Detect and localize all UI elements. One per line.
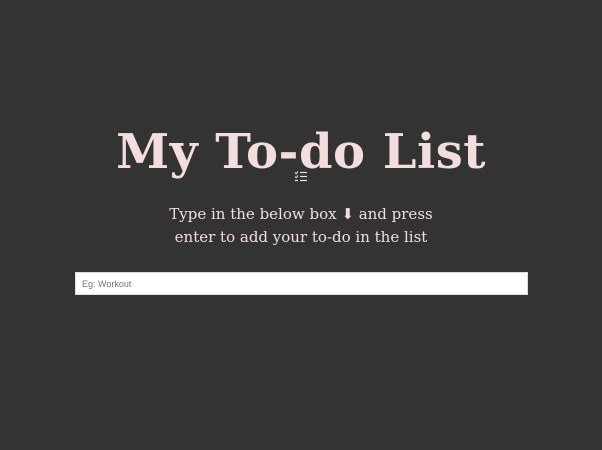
instructions-text: Type in the below box ⬇ and press enter … xyxy=(0,203,602,249)
instructions-line-2: enter to add your to-do in the list xyxy=(174,228,428,246)
todo-input[interactable] xyxy=(75,272,528,295)
instructions-line-1-start: Type in the below box xyxy=(169,205,342,223)
checklist-icon xyxy=(294,171,307,182)
instructions-line-1-end: and press xyxy=(353,205,433,223)
instructions-line-1: Type in the below box ⬇ and press xyxy=(0,203,602,226)
down-arrow-icon: ⬇ xyxy=(341,205,354,223)
